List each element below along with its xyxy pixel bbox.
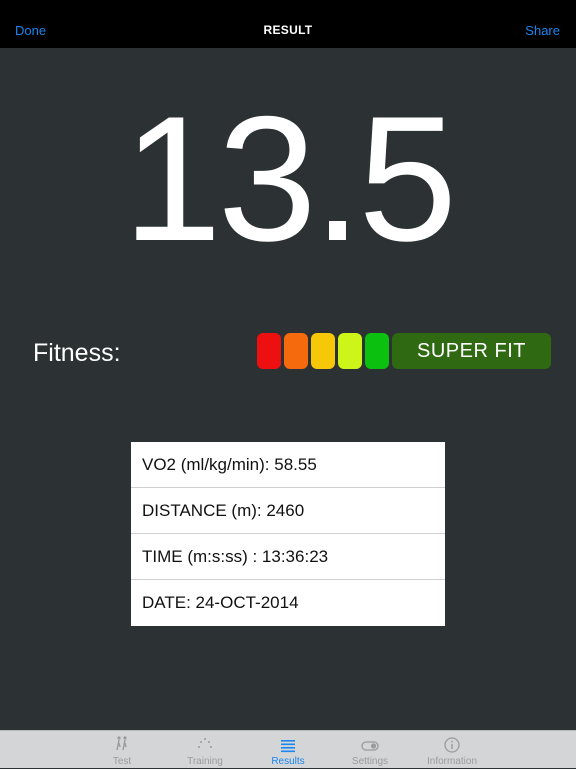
nav-bar: Done RESULT Share (0, 0, 576, 48)
fitness-status-badge: SUPER FIT (392, 333, 551, 369)
result-row-time: TIME (m:s:ss) : 13:36:23 (131, 534, 445, 580)
results-table: VO2 (ml/kg/min): 58.55 DISTANCE (m): 246… (131, 442, 445, 626)
tab-results-label: Results (271, 756, 305, 767)
share-button[interactable]: Share (525, 23, 560, 38)
tab-test-label: Test (112, 756, 132, 767)
tab-settings-label: Settings (351, 756, 389, 767)
fitness-level-bar-4 (338, 333, 362, 369)
info-icon (412, 735, 492, 755)
dots-icon (165, 735, 245, 755)
page-title: RESULT (263, 23, 313, 37)
tab-information-label: Information (426, 756, 478, 767)
fitness-level-bar-1 (257, 333, 281, 369)
result-row-vo2: VO2 (ml/kg/min): 58.55 (131, 442, 445, 488)
fitness-level-bar-2 (284, 333, 308, 369)
fitness-label: Fitness: (33, 339, 121, 367)
result-row-date: DATE: 24-OCT-2014 (142, 593, 299, 612)
runner-icon (82, 735, 162, 755)
result-row-distance: DISTANCE (m): 2460 (131, 488, 445, 534)
tab-training[interactable]: Training (165, 731, 245, 769)
tab-training-label: Training (187, 756, 223, 767)
tab-test[interactable]: Test (82, 731, 162, 769)
score-value: 13.5 (122, 79, 457, 278)
tab-results[interactable]: Results (248, 731, 328, 769)
fitness-level-bar-3 (311, 333, 335, 369)
fitness-level-bar-5 (365, 333, 389, 369)
tab-information[interactable]: Information (412, 731, 492, 769)
toggle-icon (330, 735, 410, 755)
tab-bar: Test Training Results Settings Informati… (0, 730, 576, 768)
list-icon (248, 735, 328, 755)
tab-settings[interactable]: Settings (330, 731, 410, 769)
